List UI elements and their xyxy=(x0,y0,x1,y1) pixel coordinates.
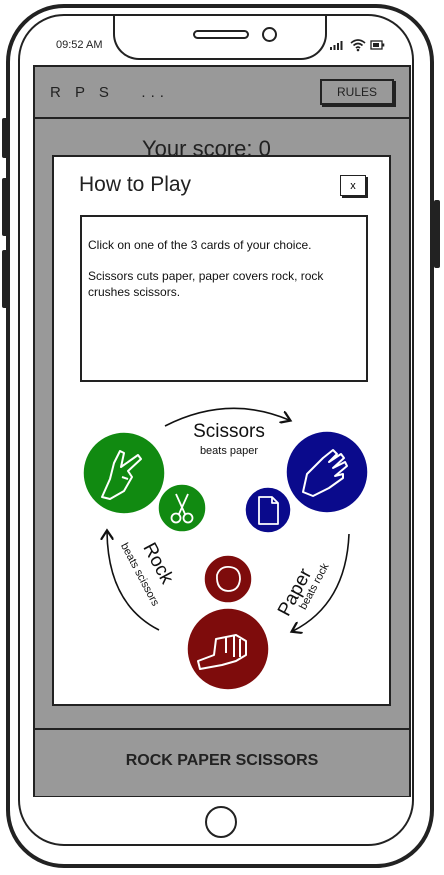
battery-icon xyxy=(370,40,385,50)
rules-paragraph-2: Scissors cuts paper, paper covers rock, … xyxy=(88,269,324,299)
status-icons xyxy=(330,39,385,52)
rps-diagram: Scissors beats paper Paper beats rock Ro… xyxy=(82,407,369,691)
paper-card[interactable] xyxy=(285,430,369,514)
scissors-card[interactable] xyxy=(82,431,166,515)
wifi-icon xyxy=(350,39,366,52)
rules-paragraph-1: Click on one of the 3 cards of your choi… xyxy=(88,238,312,252)
scissors-label: Scissors xyxy=(193,421,265,442)
home-button[interactable] xyxy=(205,806,237,838)
status-time: 09:52 AM xyxy=(56,39,103,51)
mute-switch xyxy=(2,118,8,158)
rules-button[interactable]: RULES xyxy=(320,79,394,105)
camera-icon xyxy=(262,27,277,42)
signal-icon xyxy=(330,41,343,50)
close-button[interactable]: x xyxy=(340,175,366,196)
modal-title: How to Play xyxy=(79,173,192,196)
footer-label: ROCK PAPER SCISSORS xyxy=(125,752,319,769)
volume-up-button xyxy=(2,178,8,236)
paper-small-badge xyxy=(244,486,292,534)
speaker-icon xyxy=(193,30,249,39)
rock-small-badge xyxy=(203,554,253,604)
scissors-beats-label: beats paper xyxy=(200,445,258,457)
power-button xyxy=(434,200,440,268)
app-title: R P S ... xyxy=(50,84,169,101)
rock-card[interactable] xyxy=(186,607,270,691)
rules-text-box: Click on one of the 3 cards of your choi… xyxy=(80,215,368,382)
volume-down-button xyxy=(2,250,8,308)
